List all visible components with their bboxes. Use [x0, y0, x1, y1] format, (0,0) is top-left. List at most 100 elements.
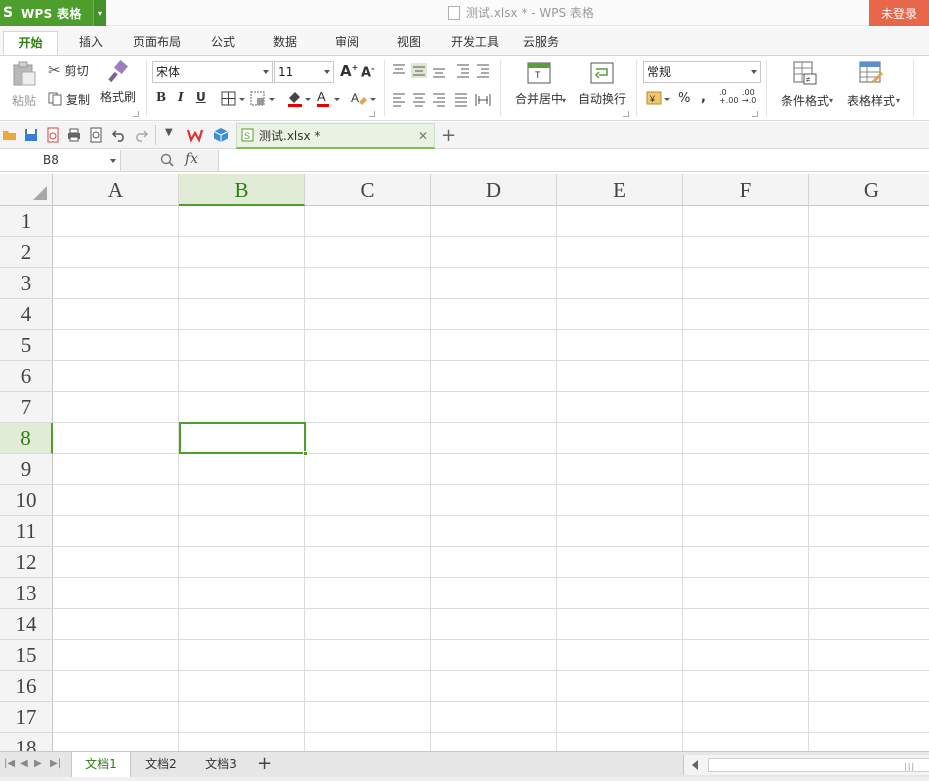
sheet-tab-2[interactable]: 文档2: [131, 752, 191, 777]
format-painter-button[interactable]: 格式刷: [100, 60, 136, 116]
column-header[interactable]: E: [557, 174, 683, 206]
increase-font-icon[interactable]: A+: [340, 62, 358, 80]
print-preview-icon[interactable]: [88, 127, 104, 143]
row-header[interactable]: 2: [0, 237, 53, 268]
wps-home-icon[interactable]: [187, 127, 203, 143]
chevron-down-icon[interactable]: ▾: [562, 96, 566, 105]
scrollbar-thumb[interactable]: |||: [708, 758, 929, 772]
customize-toolbar-icon[interactable]: ▼: [165, 127, 173, 138]
column-header[interactable]: D: [431, 174, 557, 206]
row-header[interactable]: 3: [0, 268, 53, 299]
select-all-button[interactable]: [0, 174, 53, 206]
number-format-select[interactable]: 常规: [643, 61, 761, 83]
column-header[interactable]: C: [305, 174, 431, 206]
row-header[interactable]: 12: [0, 547, 53, 578]
column-header[interactable]: F: [683, 174, 809, 206]
redo-icon[interactable]: [133, 127, 149, 143]
row-header[interactable]: 15: [0, 640, 53, 671]
row-header[interactable]: 6: [0, 361, 53, 392]
clear-format-icon[interactable]: A: [350, 89, 378, 109]
horizontal-scrollbar[interactable]: |||: [683, 755, 929, 775]
percent-icon[interactable]: %: [678, 91, 690, 106]
merge-center-button[interactable]: T 合并居中: [508, 62, 570, 114]
tab-home[interactable]: 开始: [3, 31, 58, 55]
document-tab[interactable]: S 测试.xlsx * ✕: [236, 123, 435, 149]
zoom-icon[interactable]: [160, 153, 174, 167]
column-header[interactable]: A: [53, 174, 179, 206]
row-header[interactable]: 18: [0, 733, 53, 751]
next-sheet-icon[interactable]: ▶: [34, 758, 42, 769]
row-header[interactable]: 10: [0, 485, 53, 516]
chevron-down-icon[interactable]: ▾: [829, 96, 833, 105]
alignment-dialog-launcher[interactable]: [623, 111, 629, 117]
underline-icon[interactable]: U: [196, 90, 206, 104]
undo-icon[interactable]: [111, 127, 127, 143]
vertical-align-icons[interactable]: [391, 63, 495, 79]
tab-page-layout[interactable]: 页面布局: [124, 31, 190, 55]
name-box[interactable]: B8: [0, 150, 121, 171]
spreadsheet-grid[interactable]: A B C D E F G 1 2 3 4 5 6 7 8 9 10 11 12 13 14 15 16 17 18: [0, 174, 929, 751]
tab-insert[interactable]: 插入: [68, 31, 114, 55]
fill-handle[interactable]: [303, 451, 308, 456]
row-header[interactable]: 1: [0, 206, 53, 237]
chevron-down-icon[interactable]: ▾: [896, 96, 900, 105]
font-name-select[interactable]: 宋体: [152, 61, 273, 83]
tab-view[interactable]: 视图: [386, 31, 432, 55]
bold-icon[interactable]: B: [156, 90, 166, 104]
borders-icon[interactable]: [221, 91, 247, 107]
open-folder-icon[interactable]: [2, 127, 18, 143]
scroll-left-icon[interactable]: [692, 760, 698, 770]
column-header[interactable]: B: [179, 174, 305, 206]
tab-review[interactable]: 审阅: [324, 31, 370, 55]
clipboard-dialog-launcher[interactable]: [133, 111, 139, 117]
row-header[interactable]: 8: [0, 423, 53, 454]
login-button[interactable]: 未登录: [869, 0, 929, 26]
currency-format-icon[interactable]: ¥: [646, 90, 672, 108]
last-sheet-icon[interactable]: ▶|: [50, 758, 61, 769]
tab-developer[interactable]: 开发工具: [444, 31, 506, 55]
cut-button[interactable]: ✂ 剪切: [48, 60, 89, 80]
copy-button[interactable]: 复制: [48, 89, 90, 109]
wrap-text-button[interactable]: 自动换行: [576, 62, 628, 114]
thousands-separator-icon[interactable]: ,: [701, 90, 706, 105]
cloud-cube-icon[interactable]: [213, 127, 229, 143]
prev-sheet-icon[interactable]: ◀: [20, 758, 28, 769]
decrease-decimal-icon[interactable]: .00 →.0: [742, 89, 756, 105]
conditional-format-button[interactable]: ≠ 条件格式: [774, 60, 836, 114]
export-pdf-icon[interactable]: [45, 127, 61, 143]
row-header[interactable]: 13: [0, 578, 53, 609]
new-tab-icon[interactable]: +: [441, 125, 456, 146]
row-header[interactable]: 7: [0, 392, 53, 423]
number-dialog-launcher[interactable]: [752, 111, 758, 117]
row-header[interactable]: 4: [0, 299, 53, 330]
tab-cloud-services[interactable]: 云服务: [516, 31, 566, 55]
chevron-down-icon[interactable]: ▾: [93, 0, 106, 26]
row-header[interactable]: 16: [0, 671, 53, 702]
italic-icon[interactable]: I: [178, 90, 184, 104]
first-sheet-icon[interactable]: |◀: [4, 758, 15, 769]
cell-style-icon[interactable]: [250, 91, 278, 107]
sheet-tab-3[interactable]: 文档3: [191, 752, 251, 777]
sheet-tab-1[interactable]: 文档1: [71, 752, 131, 777]
increase-decimal-icon[interactable]: .0 +.00: [719, 89, 738, 105]
fill-color-icon[interactable]: [286, 89, 314, 109]
row-header[interactable]: 17: [0, 702, 53, 733]
row-header[interactable]: 11: [0, 516, 53, 547]
row-header[interactable]: 14: [0, 609, 53, 640]
font-size-select[interactable]: 11: [274, 61, 334, 83]
insert-function-icon[interactable]: fx: [185, 151, 198, 167]
column-header[interactable]: G: [809, 174, 929, 206]
active-cell[interactable]: [179, 422, 308, 456]
formula-input[interactable]: [220, 150, 929, 171]
tab-formulas[interactable]: 公式: [200, 31, 246, 55]
print-icon[interactable]: [66, 127, 82, 143]
app-menu-button[interactable]: S WPS 表格 ▾: [0, 0, 106, 26]
row-header[interactable]: 9: [0, 454, 53, 485]
close-icon[interactable]: ✕: [418, 125, 428, 147]
save-icon[interactable]: [23, 127, 39, 143]
font-dialog-launcher[interactable]: [369, 111, 375, 117]
decrease-font-icon[interactable]: A-: [361, 64, 374, 80]
paste-button[interactable]: 粘贴: [6, 60, 42, 120]
horizontal-align-icons[interactable]: [391, 92, 495, 108]
add-sheet-icon[interactable]: +: [257, 753, 272, 774]
